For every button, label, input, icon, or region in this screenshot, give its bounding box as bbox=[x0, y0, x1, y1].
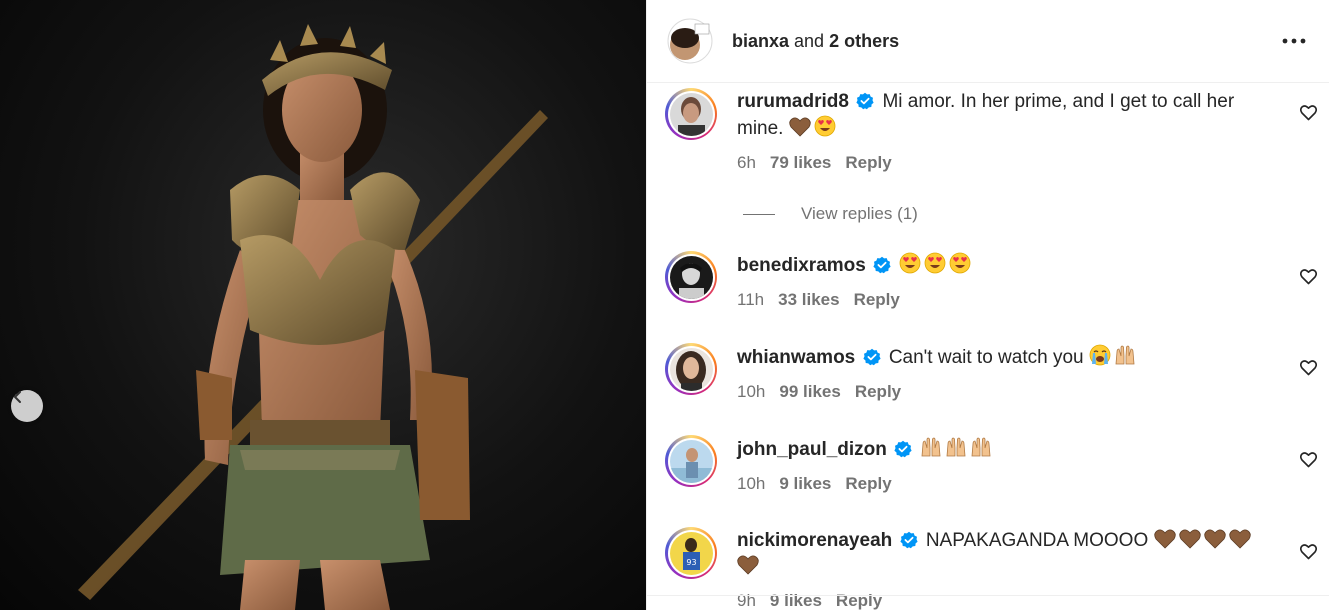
comment-likes[interactable]: 9 likes bbox=[779, 474, 831, 493]
commenter-avatar[interactable] bbox=[665, 435, 717, 487]
verified-badge-icon bbox=[856, 92, 874, 110]
commenter-avatar[interactable] bbox=[665, 343, 717, 395]
reply-button[interactable]: Reply bbox=[845, 474, 891, 493]
heart-eyes-emoji bbox=[924, 252, 946, 274]
brown-heart-emoji bbox=[789, 117, 811, 137]
comment-text: nickimorenayeah NAPAKAGANDA MOOOO bbox=[737, 528, 1277, 580]
more-options-button[interactable] bbox=[1279, 26, 1309, 56]
avatar-image: 93 bbox=[669, 531, 713, 575]
raised-hands-emoji bbox=[922, 437, 941, 457]
others-link[interactable]: 2 others bbox=[829, 31, 899, 51]
comment-text: john_paul_dizon bbox=[737, 436, 1277, 463]
and-text: and bbox=[789, 30, 830, 51]
comment-username[interactable]: rurumadrid8 bbox=[737, 91, 849, 112]
verified-badge-icon bbox=[899, 531, 918, 549]
comment-meta: 6h 79 likes Reply bbox=[737, 153, 1277, 173]
comment-meta: 9h 9 likes Reply bbox=[737, 591, 1277, 611]
post-header: bianxa and 2 others bbox=[647, 0, 1329, 83]
comment-item: john_paul_dizon 10h 9 likes Reply bbox=[665, 435, 1317, 494]
like-comment-heart-icon[interactable] bbox=[1300, 360, 1317, 376]
previous-slide-button[interactable] bbox=[11, 390, 43, 422]
avatar-image bbox=[669, 439, 713, 483]
comment-item: benedixramos 11h 33 likes Reply bbox=[665, 251, 1317, 310]
like-comment-heart-icon[interactable] bbox=[1300, 105, 1317, 121]
svg-text:93: 93 bbox=[686, 558, 696, 567]
comment-time[interactable]: 9h bbox=[737, 591, 756, 610]
post-viewer: bianxa and 2 others rurumadrid8 Mi amor.… bbox=[0, 0, 1329, 610]
verified-badge-icon bbox=[894, 440, 912, 458]
comment-item: whianwamos Can't wait to watch you 10h 99… bbox=[665, 343, 1317, 402]
comment-list[interactable]: rurumadrid8 Mi amor. In her prime, and I… bbox=[647, 83, 1329, 610]
comment-username[interactable]: benedixramos bbox=[737, 255, 866, 276]
like-comment-heart-icon[interactable] bbox=[1300, 544, 1317, 560]
more-options-icon bbox=[1282, 38, 1306, 44]
comment-item: 93 nickimorenayeah NAPAKAGANDA MOOOO 9h … bbox=[665, 527, 1317, 611]
reply-button[interactable]: Reply bbox=[854, 290, 900, 309]
comment-time[interactable]: 11h bbox=[737, 290, 764, 309]
brown-heart-emoji bbox=[1153, 529, 1176, 549]
comment-time[interactable]: 10h bbox=[737, 474, 765, 493]
comment-meta: 11h 33 likes Reply bbox=[737, 290, 1277, 310]
comment-time[interactable]: 6h bbox=[737, 153, 756, 172]
comment-meta: 10h 9 likes Reply bbox=[737, 474, 1277, 494]
post-media[interactable] bbox=[0, 0, 646, 610]
comment-likes[interactable]: 79 likes bbox=[770, 153, 831, 172]
comment-username[interactable]: whianwamos bbox=[737, 347, 855, 368]
comments-panel: bianxa and 2 others rurumadrid8 Mi amor.… bbox=[646, 0, 1329, 610]
brown-heart-emoji bbox=[1178, 529, 1201, 549]
comment-likes[interactable]: 99 likes bbox=[779, 382, 840, 401]
author-avatar[interactable] bbox=[667, 18, 713, 64]
commenter-avatar[interactable] bbox=[665, 251, 717, 303]
avatar-image bbox=[669, 255, 713, 299]
heart-eyes-emoji bbox=[814, 115, 836, 137]
post-collaborators: bianxa and 2 others bbox=[732, 31, 1279, 52]
like-comment-heart-icon[interactable] bbox=[1300, 452, 1317, 468]
comment-likes[interactable]: 33 likes bbox=[778, 290, 839, 309]
author-avatar-image bbox=[667, 18, 713, 64]
heart-eyes-emoji bbox=[949, 252, 971, 274]
reply-button[interactable]: Reply bbox=[855, 382, 901, 401]
comment-body: NAPAKAGANDA MOOOO bbox=[925, 530, 1149, 551]
raised-hands-emoji bbox=[972, 437, 991, 457]
comment-item: rurumadrid8 Mi amor. In her prime, and I… bbox=[665, 88, 1317, 173]
comment-likes[interactable]: 9 likes bbox=[770, 591, 822, 610]
avatar-image bbox=[669, 92, 713, 136]
commenter-avatar[interactable]: 93 bbox=[665, 527, 717, 579]
like-comment-heart-icon[interactable] bbox=[1300, 269, 1317, 285]
commenter-avatar[interactable] bbox=[665, 88, 717, 140]
reply-button[interactable]: Reply bbox=[836, 591, 882, 610]
verified-badge-icon bbox=[873, 256, 891, 274]
comment-body: Can't wait to watch you bbox=[888, 347, 1084, 368]
view-replies-button[interactable]: View replies (1) bbox=[743, 204, 918, 224]
raised-hands-emoji bbox=[1115, 345, 1135, 365]
panel-divider bbox=[647, 595, 1329, 596]
heart-eyes-emoji bbox=[899, 252, 921, 274]
comment-username[interactable]: john_paul_dizon bbox=[737, 439, 887, 460]
brown-heart-emoji bbox=[1228, 529, 1251, 549]
view-replies-label: View replies (1) bbox=[801, 204, 918, 223]
brown-heart-emoji bbox=[737, 555, 759, 575]
crying-emoji bbox=[1089, 344, 1111, 366]
author-username[interactable]: bianxa bbox=[732, 31, 789, 51]
comment-meta: 10h 99 likes Reply bbox=[737, 382, 1277, 402]
comment-time[interactable]: 10h bbox=[737, 382, 765, 401]
replies-divider-line bbox=[743, 213, 775, 215]
comment-text: benedixramos bbox=[737, 252, 1277, 279]
comment-text: rurumadrid8 Mi amor. In her prime, and I… bbox=[737, 89, 1277, 142]
brown-heart-emoji bbox=[1203, 529, 1226, 549]
verified-badge-icon bbox=[862, 348, 881, 366]
avatar-image bbox=[669, 347, 713, 391]
raised-hands-emoji bbox=[947, 437, 966, 457]
chevron-left-icon bbox=[14, 391, 21, 403]
comment-username[interactable]: nickimorenayeah bbox=[737, 530, 892, 551]
comment-text: whianwamos Can't wait to watch you bbox=[737, 344, 1277, 371]
post-photo bbox=[78, 24, 548, 610]
reply-button[interactable]: Reply bbox=[845, 153, 891, 172]
